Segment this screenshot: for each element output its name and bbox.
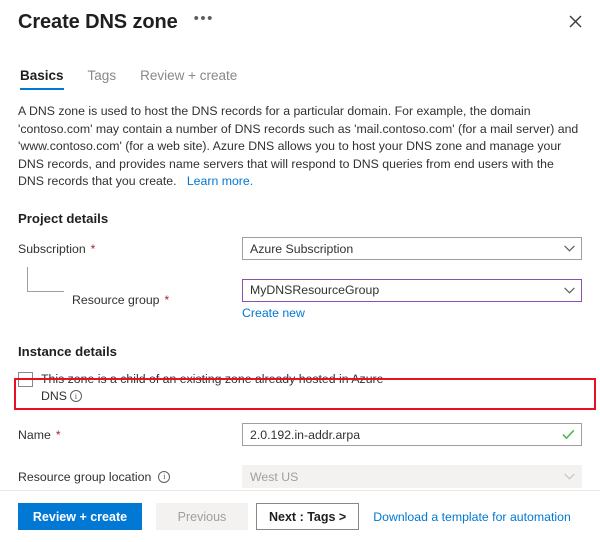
- resource-group-dropdown[interactable]: MyDNSResourceGroup: [242, 279, 582, 302]
- info-icon[interactable]: i: [70, 390, 82, 402]
- review-create-button[interactable]: Review + create: [18, 503, 142, 530]
- previous-button: Previous: [156, 503, 248, 530]
- child-zone-row: This zone is a child of an existing zone…: [18, 371, 582, 405]
- chevron-down-icon: [564, 287, 575, 294]
- resource-group-location-dropdown: West US: [242, 465, 582, 488]
- subscription-label: Subscription *: [18, 242, 242, 256]
- name-input[interactable]: 2.0.192.in-addr.arpa: [242, 423, 582, 446]
- tree-connector-line: [27, 267, 64, 292]
- instance-details-heading: Instance details: [18, 344, 582, 359]
- name-label: Name *: [18, 428, 242, 442]
- name-row: Name * 2.0.192.in-addr.arpa: [18, 423, 582, 447]
- name-required-marker: *: [56, 428, 61, 442]
- chevron-down-icon: [564, 245, 575, 252]
- title-row: Create DNS zone •••: [18, 10, 584, 34]
- resource-group-value: MyDNSResourceGroup: [250, 283, 564, 297]
- download-template-link[interactable]: Download a template for automation: [373, 510, 571, 524]
- project-details-heading: Project details: [18, 211, 582, 226]
- create-new-resource-group-link[interactable]: Create new: [242, 306, 305, 320]
- subscription-field-wrap: Azure Subscription: [242, 237, 582, 260]
- info-icon[interactable]: i: [158, 471, 170, 483]
- subscription-label-text: Subscription: [18, 242, 86, 256]
- chevron-down-icon: [564, 473, 575, 480]
- resource-group-label: Resource group *: [18, 293, 242, 307]
- resource-group-location-label: Resource group location i: [18, 470, 242, 484]
- name-input-value: 2.0.192.in-addr.arpa: [250, 428, 562, 442]
- resource-group-location-value: West US: [250, 470, 564, 484]
- resource-group-location-row: Resource group location i West US: [18, 465, 582, 489]
- subscription-required-marker: *: [91, 242, 96, 256]
- subscription-row: Subscription * Azure Subscription: [18, 237, 582, 261]
- tab-list: Basics Tags Review + create: [0, 68, 600, 90]
- subscription-dropdown[interactable]: Azure Subscription: [242, 237, 582, 260]
- resource-group-label-text: Resource group: [72, 293, 160, 307]
- description-body: A DNS zone is used to host the DNS recor…: [18, 104, 578, 188]
- page-title: Create DNS zone: [18, 10, 178, 34]
- name-label-text: Name: [18, 428, 51, 442]
- tab-basics[interactable]: Basics: [18, 68, 76, 90]
- more-options-icon[interactable]: •••: [190, 12, 218, 32]
- learn-more-link[interactable]: Learn more.: [187, 174, 253, 188]
- resource-group-location-field-wrap: West US: [242, 465, 582, 488]
- tab-review-create[interactable]: Review + create: [128, 68, 249, 90]
- subscription-value: Azure Subscription: [250, 242, 564, 256]
- name-field-wrap: 2.0.192.in-addr.arpa: [242, 423, 582, 446]
- child-zone-label: This zone is a child of an existing zone…: [41, 371, 391, 405]
- close-icon[interactable]: [562, 8, 588, 34]
- valid-check-icon: [562, 429, 575, 440]
- resource-group-required-marker: *: [165, 293, 170, 307]
- next-tags-button[interactable]: Next : Tags >: [256, 503, 359, 530]
- resource-group-field-wrap: MyDNSResourceGroup Create new: [242, 279, 582, 322]
- blade-header: Create DNS zone •••: [0, 0, 600, 42]
- resource-group-row: Resource group * MyDNSResourceGroup Crea…: [18, 279, 582, 322]
- resource-group-location-label-text: Resource group location: [18, 470, 151, 484]
- blade-footer: Review + create Previous Next : Tags > D…: [0, 490, 600, 542]
- tab-tags[interactable]: Tags: [76, 68, 129, 90]
- blade-content: A DNS zone is used to host the DNS recor…: [0, 103, 600, 489]
- child-zone-checkbox[interactable]: [18, 372, 33, 387]
- description-text: A DNS zone is used to host the DNS recor…: [18, 103, 582, 191]
- child-zone-label-text: This zone is a child of an existing zone…: [41, 372, 383, 403]
